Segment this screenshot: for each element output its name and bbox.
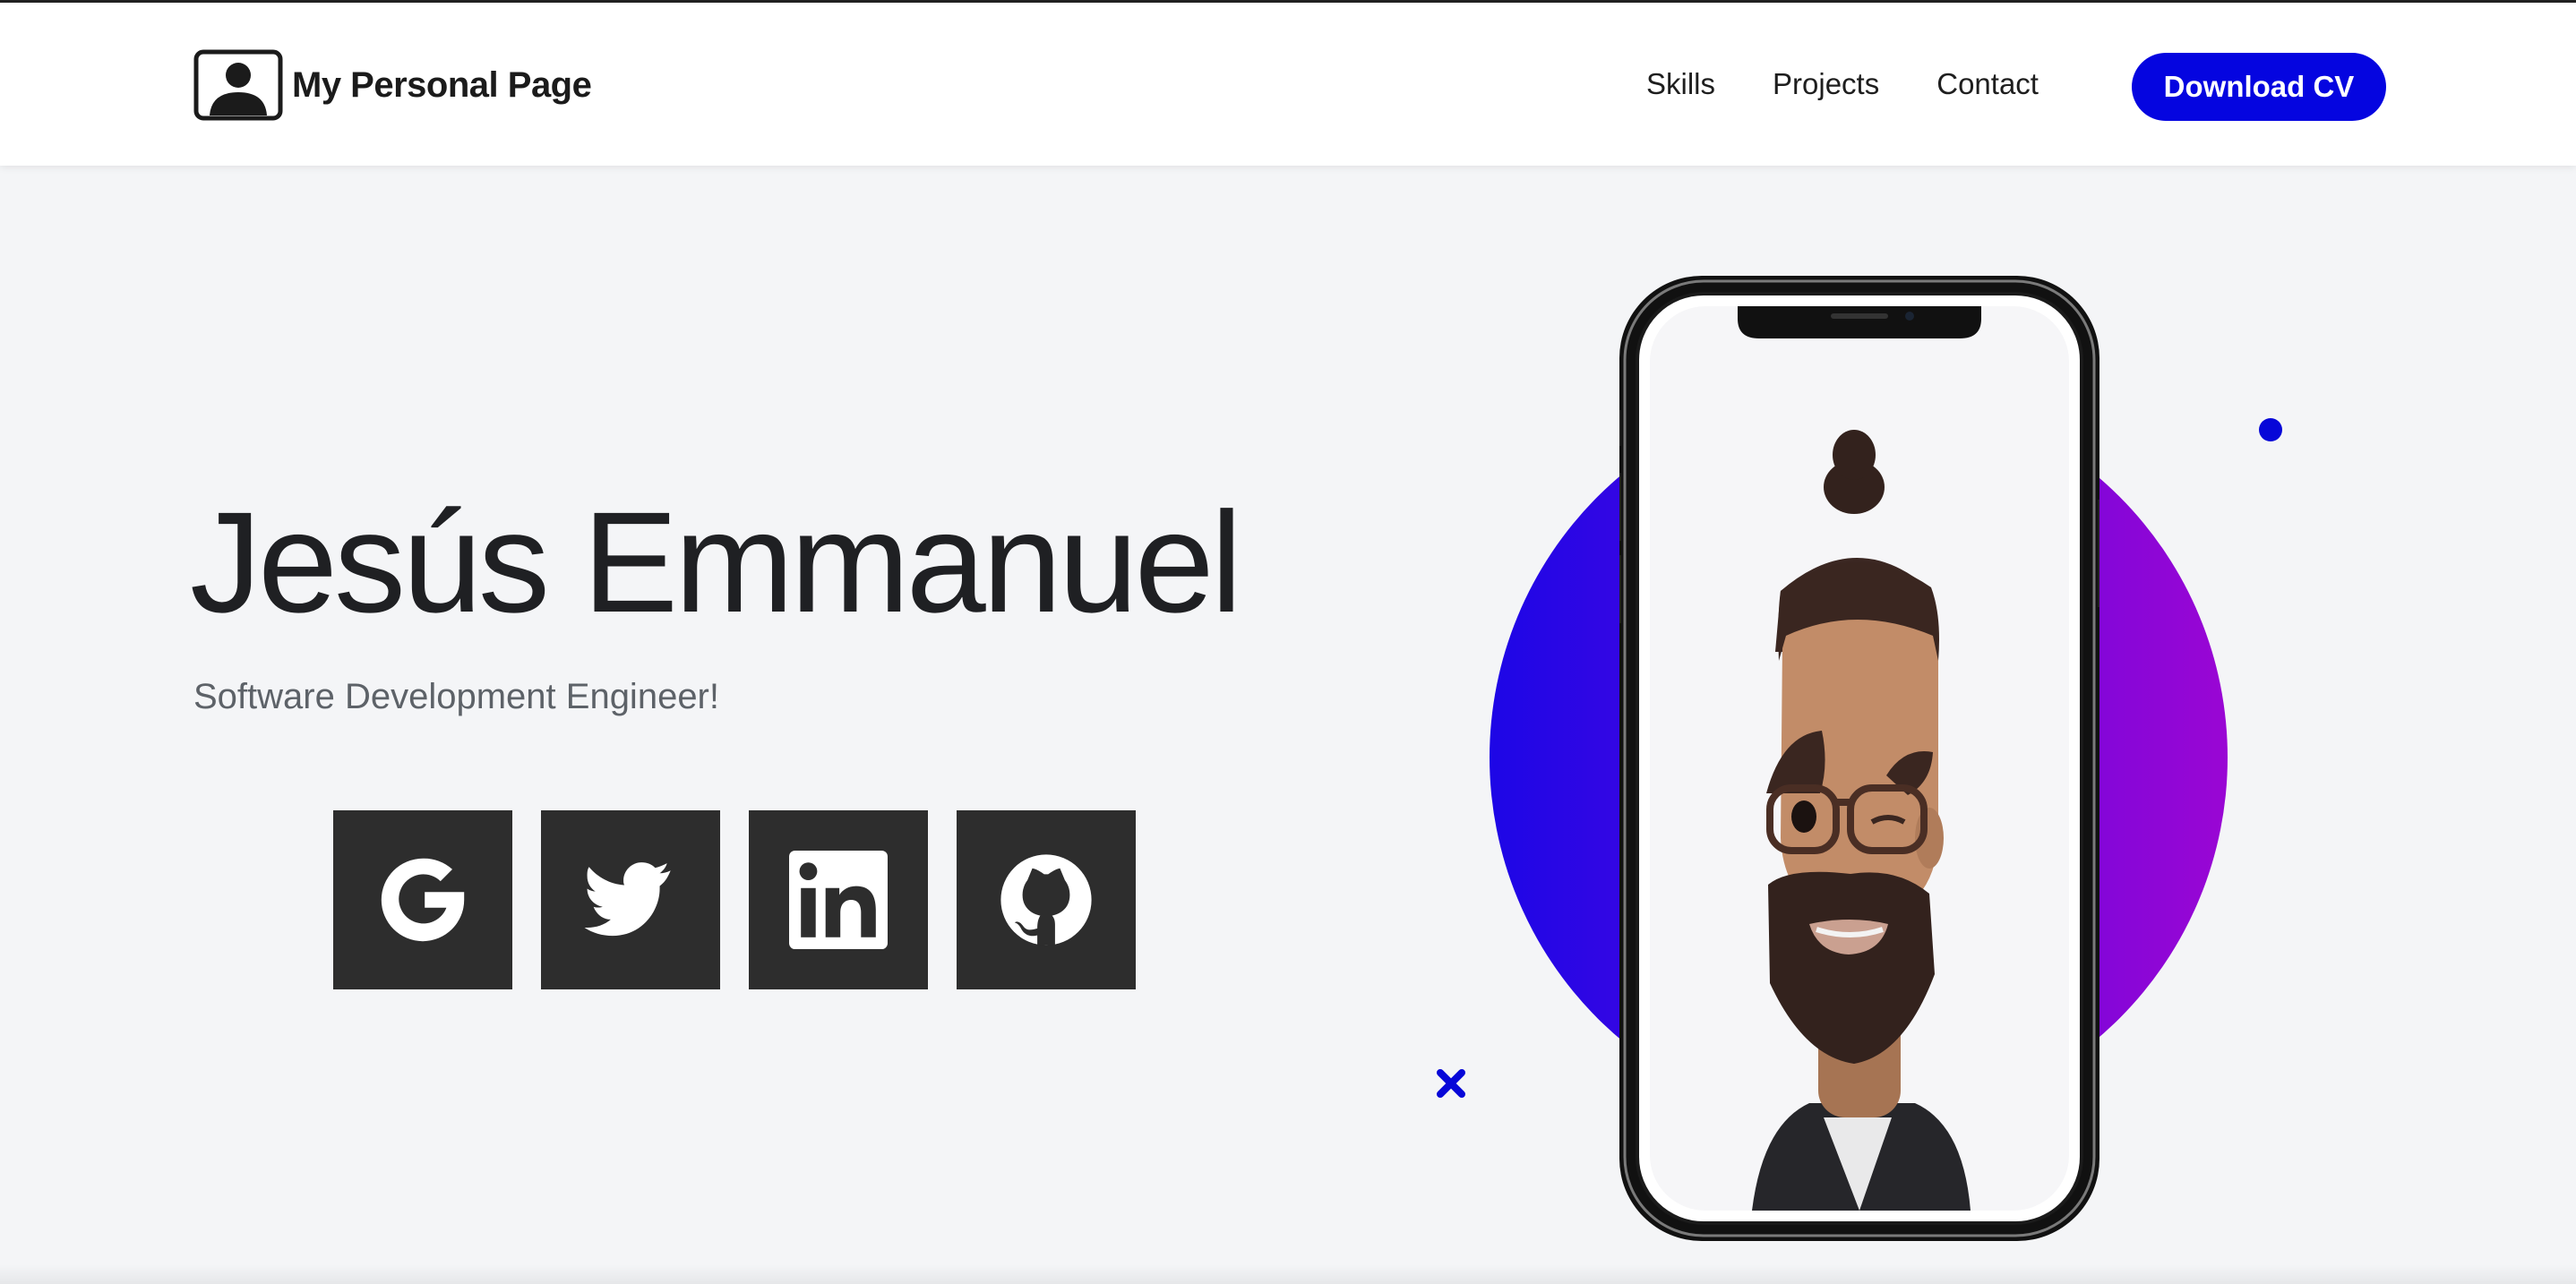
nav-link-contact[interactable]: Contact	[1936, 67, 2039, 101]
brand-title: My Personal Page	[292, 64, 592, 105]
decorative-dot	[2259, 418, 2282, 441]
section-bottom-edge	[0, 1264, 2576, 1284]
nav-link-skills[interactable]: Skills	[1646, 67, 1715, 101]
brand[interactable]: My Personal Page	[193, 49, 592, 121]
download-cv-button[interactable]: Download CV	[2132, 53, 2386, 121]
linkedin-icon	[789, 851, 888, 949]
google-icon	[381, 858, 465, 942]
github-link[interactable]	[957, 810, 1136, 989]
linkedin-link[interactable]	[749, 810, 928, 989]
phone-mockup	[1619, 276, 2099, 1241]
twitter-icon	[584, 862, 671, 937]
google-link[interactable]	[333, 810, 512, 989]
hero-name: Jesús Emmanuel	[190, 482, 1242, 642]
nav-link-projects[interactable]: Projects	[1773, 67, 1879, 101]
nav-links: Skills Projects Contact	[1646, 67, 2039, 101]
navbar: My Personal Page Skills Projects Contact…	[0, 3, 2576, 166]
github-icon	[1000, 854, 1092, 946]
twitter-link[interactable]	[541, 810, 720, 989]
social-links	[333, 810, 1136, 989]
hero-subtitle: Software Development Engineer!	[193, 677, 719, 716]
decorative-cross-icon	[1437, 1069, 1465, 1098]
portrait-icon	[193, 49, 283, 121]
